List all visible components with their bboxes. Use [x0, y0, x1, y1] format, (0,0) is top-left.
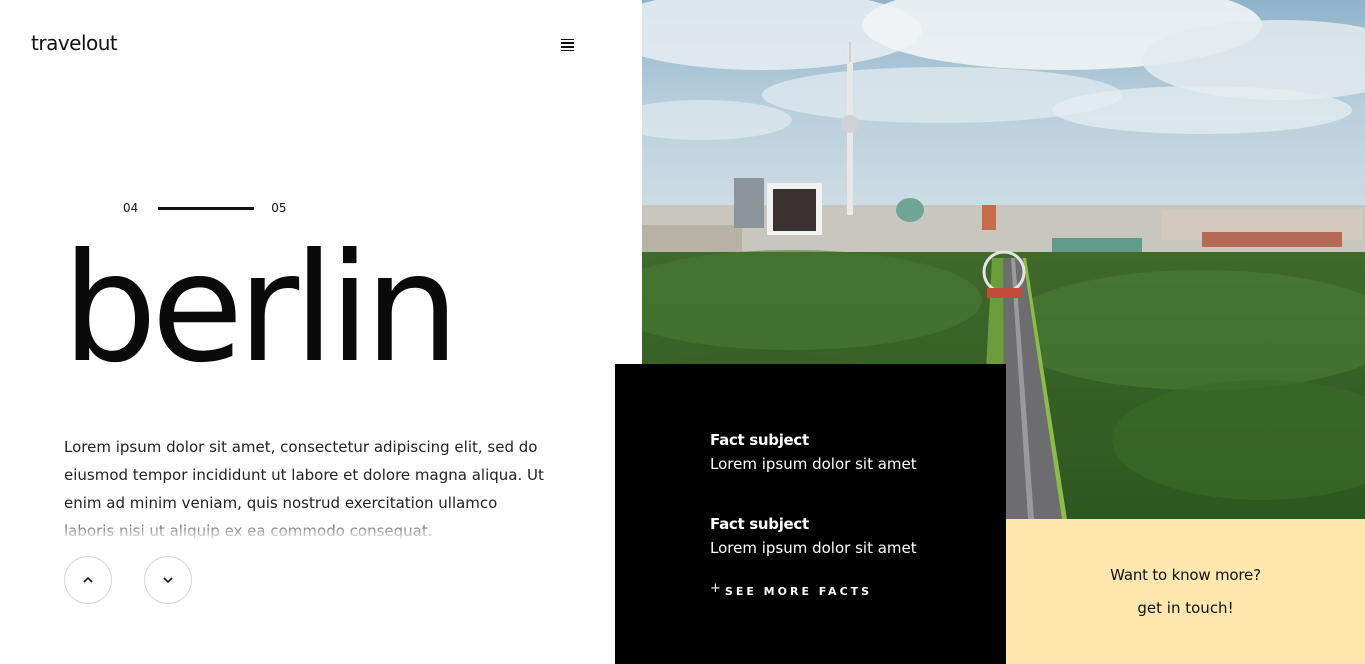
chevron-up-icon: [83, 576, 93, 583]
hamburger-menu-icon[interactable]: [561, 37, 579, 53]
see-more-facts-link[interactable]: + SEE MORE FACTS: [710, 581, 873, 599]
fact-title: Fact subject: [710, 431, 809, 449]
get-in-touch-link[interactable]: get in touch!: [1006, 599, 1365, 617]
city-description: Lorem ipsum dolor sit amet, consectetur …: [64, 433, 544, 539]
contact-panel: Want to know more? get in touch!: [1006, 519, 1365, 664]
chevron-down-icon: [163, 577, 173, 584]
previous-slide-button[interactable]: [64, 556, 112, 604]
fact-text: Lorem ipsum dolor sit amet: [710, 455, 917, 473]
plus-icon: +: [710, 581, 721, 596]
pager-progress-bar: [158, 206, 255, 210]
page-title: berlin: [62, 222, 460, 396]
see-more-label: SEE MORE FACTS: [724, 585, 873, 598]
fact-text: Lorem ipsum dolor sit amet: [710, 539, 917, 557]
next-slide-button[interactable]: [144, 556, 192, 604]
pager-next: 05: [271, 201, 287, 215]
contact-title: Want to know more?: [1110, 566, 1261, 584]
fact-item: Fact subject Lorem ipsum dolor sit amet: [710, 514, 917, 560]
fact-item: Fact subject Lorem ipsum dolor sit amet: [710, 430, 917, 476]
pager-current: 04: [123, 201, 139, 215]
slide-pager: 04 05: [123, 201, 287, 215]
logo[interactable]: travelout: [31, 31, 118, 55]
facts-panel: Fact subject Lorem ipsum dolor sit amet …: [615, 364, 1006, 664]
fact-title: Fact subject: [710, 515, 809, 533]
